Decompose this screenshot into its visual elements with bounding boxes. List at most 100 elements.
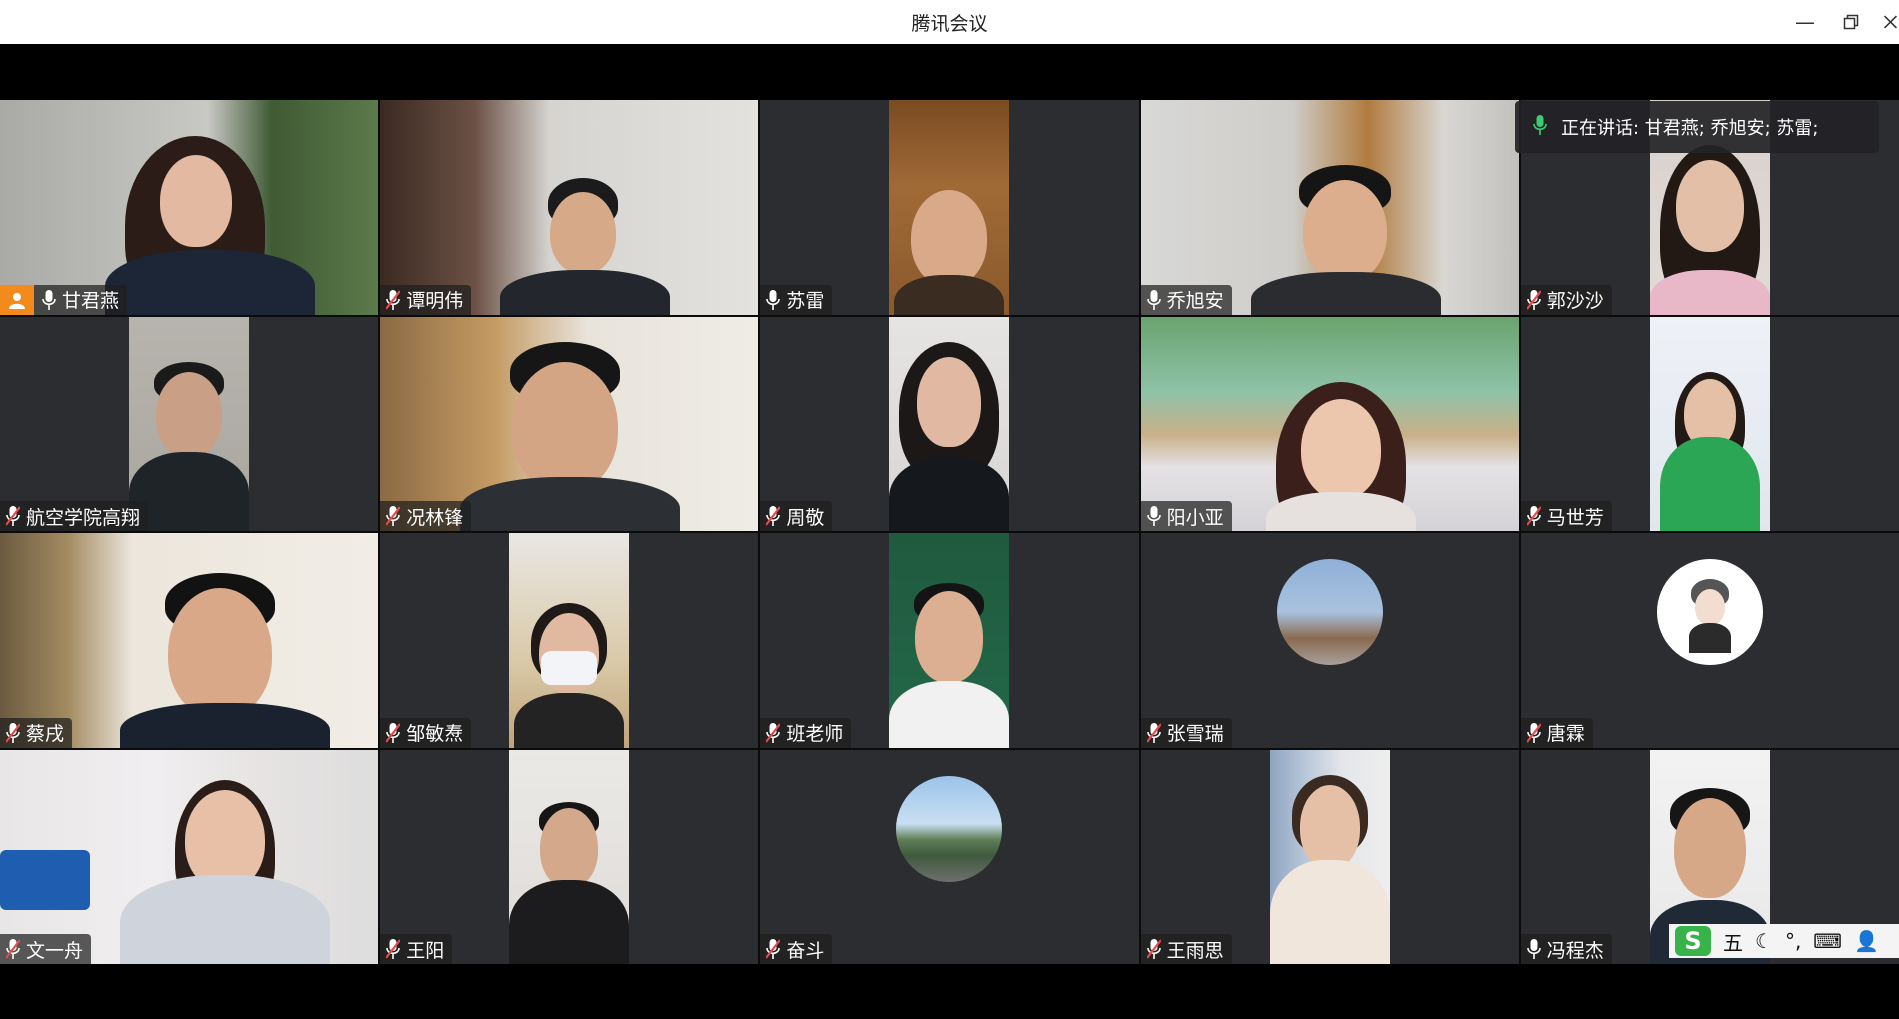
mic-muted-icon: [6, 722, 20, 744]
participant-nameplate: 奋斗: [760, 934, 833, 964]
participant-video: [0, 533, 379, 748]
participant-name: 唐霖: [1546, 723, 1585, 745]
minimize-icon[interactable]: —: [1790, 8, 1820, 36]
participant-name: 王阳: [406, 939, 445, 962]
participant-tile[interactable]: 张雪瑞: [1140, 533, 1519, 748]
mic-on-icon: [1146, 505, 1161, 527]
participant-nameplate: 郭沙沙: [1520, 284, 1612, 315]
profile-avatar: [1276, 559, 1383, 666]
participant-nameplate: 苏雷: [760, 284, 833, 315]
participant-tile[interactable]: 乔旭安: [1140, 100, 1519, 315]
participant-nameplate: 况林锋: [380, 501, 472, 531]
speaking-indicator: 正在讲话: 甘君燕; 乔旭安; 苏雷;: [1515, 101, 1879, 153]
participant-name: 邹敏焘: [406, 723, 464, 745]
participant-tile[interactable]: 邹敏焘: [380, 533, 759, 748]
participant-name: 冯程杰: [1546, 939, 1604, 962]
mic-on-icon: [42, 289, 56, 311]
mic-on-icon: [766, 289, 781, 311]
participant-nameplate: 唐霖: [1520, 717, 1593, 748]
participant-name: 况林锋: [406, 506, 464, 529]
participant-name: 阳小亚: [1166, 506, 1224, 529]
participant-nameplate: 周敬: [760, 501, 833, 531]
mic-icon: [1533, 114, 1547, 141]
ime-mode[interactable]: 五: [1723, 927, 1743, 956]
participant-name: 张雪瑞: [1166, 723, 1224, 745]
participant-nameplate: 班老师: [760, 717, 852, 748]
participant-video: [1140, 316, 1519, 531]
participant-video: [889, 100, 1010, 315]
host-icon: [0, 284, 34, 315]
participant-tile[interactable]: 马世芳: [1520, 316, 1899, 531]
participant-name: 甘君燕: [62, 290, 120, 312]
participant-tile[interactable]: 班老师: [760, 533, 1139, 748]
participant-nameplate: 阳小亚: [1140, 501, 1232, 531]
participant-tile[interactable]: 王阳: [380, 749, 759, 964]
video-grid: 甘君燕 谭明伟 苏雷 乔旭安 郭沙沙 航空学院高翔 况林锋 周敬 阳小亚 马世芳…: [0, 100, 1899, 964]
participant-video: [380, 316, 759, 531]
participant-video: [509, 533, 630, 748]
mic-muted-icon: [6, 938, 20, 960]
close-icon[interactable]: [1882, 8, 1899, 36]
restore-icon[interactable]: [1836, 8, 1866, 36]
mic-muted-icon: [766, 505, 781, 527]
mic-muted-icon: [386, 505, 401, 527]
participant-video: [129, 316, 250, 531]
participant-nameplate: 甘君燕: [0, 284, 128, 315]
participant-nameplate: 冯程杰: [1520, 934, 1612, 964]
participant-tile[interactable]: 王雨思: [1140, 749, 1519, 964]
participant-tile[interactable]: 唐霖: [1520, 533, 1899, 748]
participant-name: 班老师: [786, 723, 844, 745]
profile-avatar: [896, 775, 1003, 882]
participant-video: [889, 533, 1010, 748]
participant-name: 周敬: [786, 506, 825, 529]
mic-muted-icon: [766, 722, 781, 744]
participant-nameplate: 乔旭安: [1140, 284, 1232, 315]
ime-toolbar[interactable]: S 五 ☾ °, ⌨ 👤: [1669, 924, 1899, 958]
mic-on-icon: [1526, 938, 1541, 960]
participant-tile[interactable]: 文一舟: [0, 749, 379, 964]
mic-on-icon: [1146, 289, 1161, 311]
participant-nameplate: 谭明伟: [380, 284, 472, 315]
participant-name: 蔡戌: [26, 723, 65, 745]
sogou-logo-icon[interactable]: S: [1675, 926, 1711, 956]
participant-tile[interactable]: 蔡戌: [0, 533, 379, 748]
mic-muted-icon: [1526, 505, 1541, 527]
participant-video: [509, 749, 630, 964]
mic-muted-icon: [766, 938, 781, 960]
participant-video: [380, 100, 759, 315]
mic-muted-icon: [1526, 289, 1541, 311]
title-bar: 腾讯会议 —: [0, 0, 1899, 44]
participant-name: 郭沙沙: [1546, 290, 1604, 312]
participant-name: 苏雷: [786, 290, 825, 312]
participant-tile[interactable]: 周敬: [760, 316, 1139, 531]
punctuation-icon[interactable]: °,: [1785, 929, 1801, 953]
participant-nameplate: 张雪瑞: [1140, 717, 1232, 748]
participant-tile[interactable]: 阳小亚: [1140, 316, 1519, 531]
participant-nameplate: 航空学院高翔: [0, 501, 149, 531]
moon-icon[interactable]: ☾: [1755, 929, 1773, 953]
participant-nameplate: 蔡戌: [0, 717, 73, 748]
mic-muted-icon: [1146, 938, 1161, 960]
participant-video: [0, 749, 379, 964]
participant-video: [0, 100, 379, 315]
participant-name: 王雨思: [1166, 939, 1224, 962]
participant-tile[interactable]: 谭明伟: [380, 100, 759, 315]
participant-tile[interactable]: 况林锋: [380, 316, 759, 531]
profile-avatar: [1656, 559, 1763, 666]
participant-tile[interactable]: 奋斗: [760, 749, 1139, 964]
window-title: 腾讯会议: [911, 12, 988, 35]
participant-tile[interactable]: 航空学院高翔: [0, 316, 379, 531]
participant-tile[interactable]: 苏雷: [760, 100, 1139, 315]
participant-name: 谭明伟: [406, 290, 464, 312]
mic-muted-icon: [6, 505, 20, 527]
participant-video: [1269, 749, 1390, 964]
participant-tile[interactable]: 甘君燕: [0, 100, 379, 315]
participant-nameplate: 王阳: [380, 934, 453, 964]
participant-video: [1140, 100, 1519, 315]
mic-muted-icon: [1146, 722, 1161, 744]
participant-nameplate: 王雨思: [1140, 934, 1232, 964]
participant-video: [1649, 316, 1770, 531]
keyboard-icon[interactable]: ⌨: [1813, 929, 1842, 953]
user-icon[interactable]: 👤: [1854, 929, 1879, 953]
participant-nameplate: 邹敏焘: [380, 717, 472, 748]
